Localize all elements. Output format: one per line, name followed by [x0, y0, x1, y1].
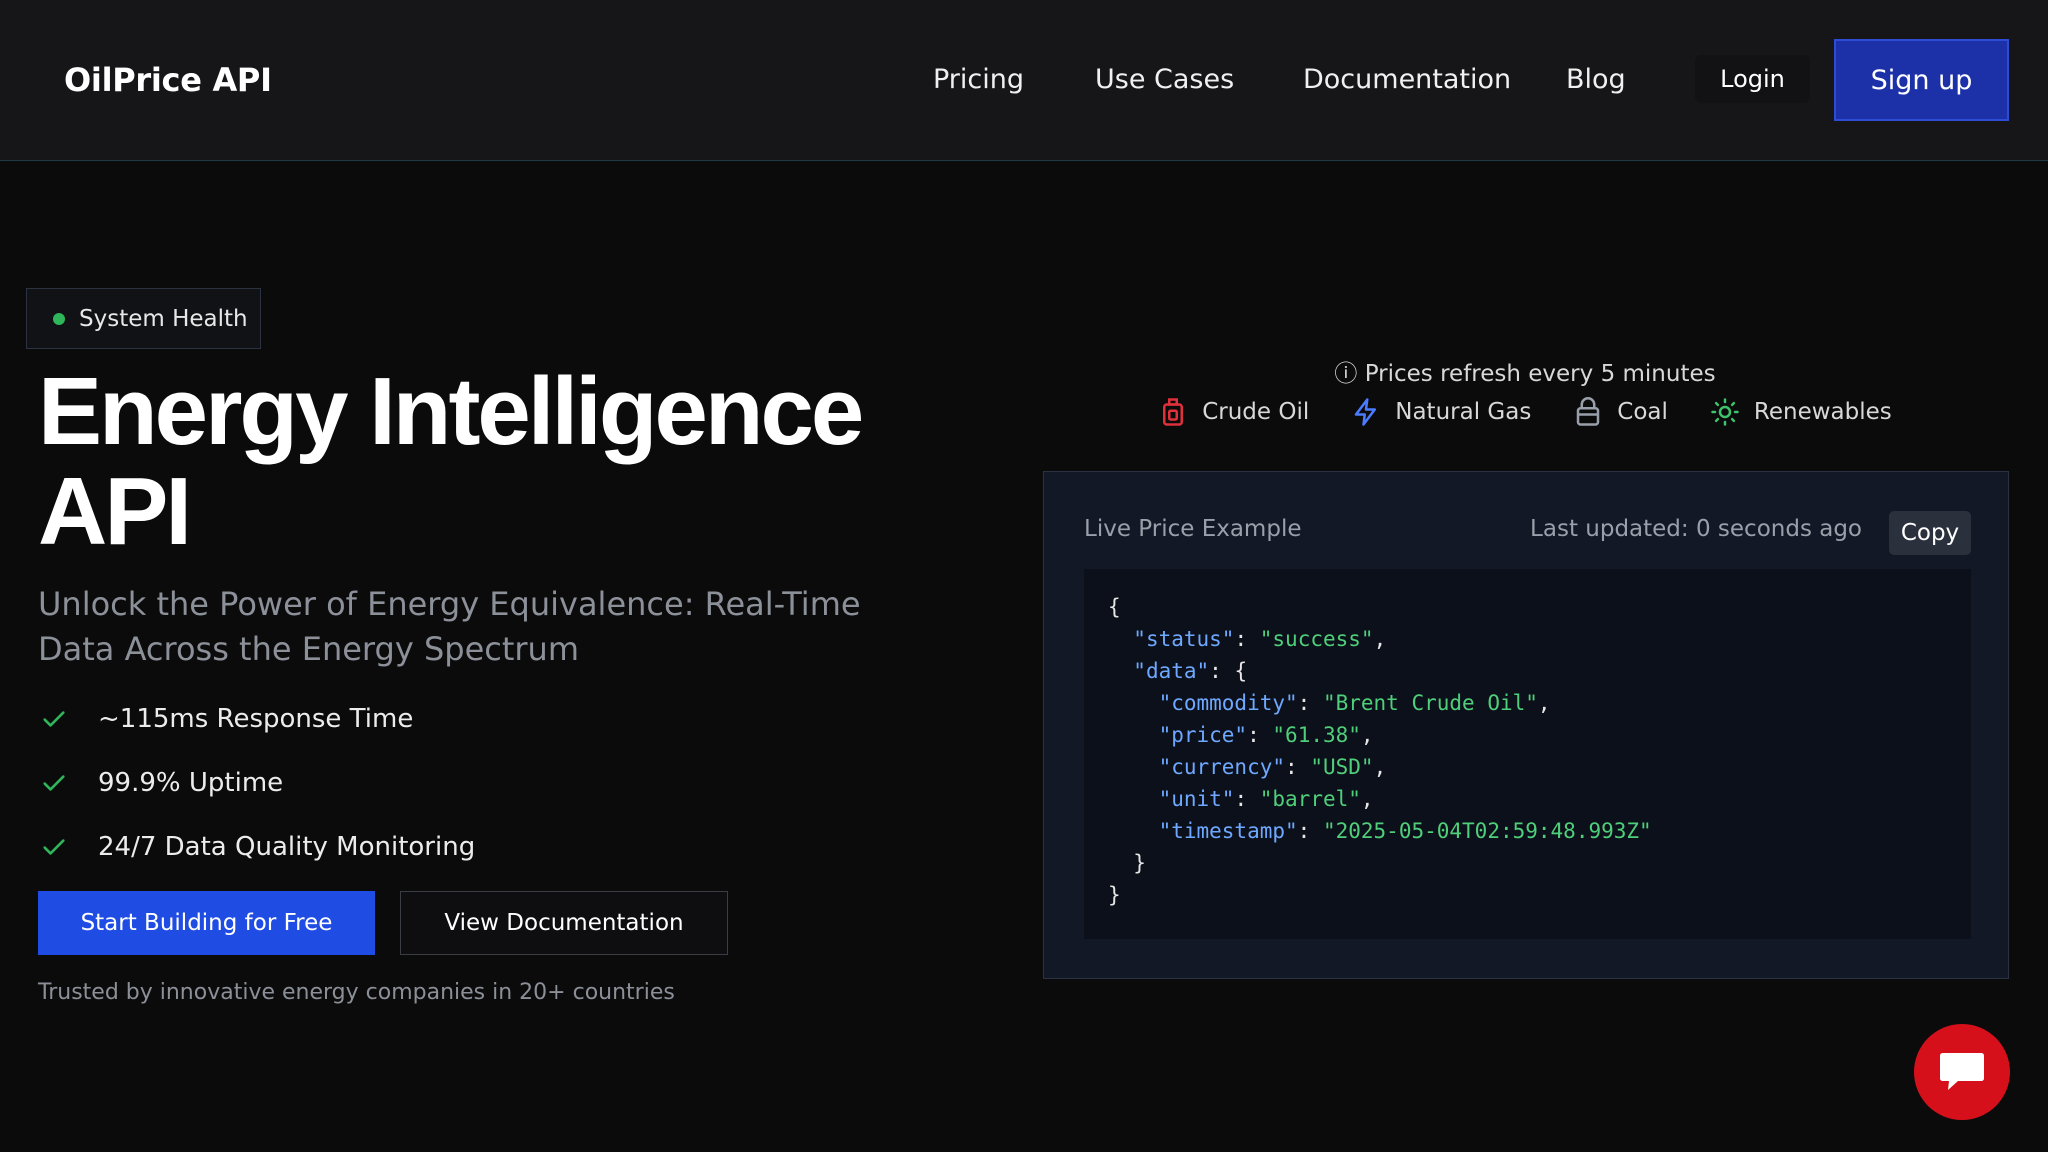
signup-button[interactable]: Sign up — [1834, 39, 2009, 121]
status-dot-icon — [53, 313, 65, 325]
commodity-label: Renewables — [1754, 399, 1892, 425]
commodity-coal[interactable]: Coal — [1573, 397, 1668, 427]
login-button[interactable]: Login — [1695, 55, 1810, 103]
commodity-label: Coal — [1617, 399, 1668, 425]
feature-label: 99.9% Uptime — [98, 768, 283, 798]
nav-blog[interactable]: Blog — [1566, 62, 1626, 98]
chat-bubble-icon — [1936, 1050, 1988, 1094]
json-price-value: 61.38 — [1285, 723, 1348, 747]
site-header: OilPrice API Pricing Use Cases Documenta… — [0, 0, 2048, 161]
feature-label: 24/7 Data Quality Monitoring — [98, 832, 475, 862]
chat-button[interactable] — [1914, 1024, 2010, 1120]
commodity-label: Natural Gas — [1395, 399, 1531, 425]
checkmark-icon — [40, 769, 68, 797]
hero-subtitle: Unlock the Power of Energy Equivalence: … — [38, 582, 938, 672]
feature-label: ~115ms Response Time — [98, 704, 413, 734]
nav-use-cases[interactable]: Use Cases — [1095, 62, 1234, 98]
json-currency-value: USD — [1323, 755, 1361, 779]
last-updated-text: Last updated: 0 seconds ago — [1530, 516, 1862, 542]
commodity-crude-oil[interactable]: Crude Oil — [1158, 397, 1309, 427]
nav-pricing[interactable]: Pricing — [933, 62, 1024, 98]
system-health-badge[interactable]: System Health — [26, 288, 261, 349]
hero-title-line1: Energy Intelligence — [38, 362, 938, 462]
oil-can-icon — [1158, 397, 1188, 427]
json-timestamp-value: 2025-05-04T02:59:48.993Z — [1336, 819, 1639, 843]
system-health-label: System Health — [79, 306, 248, 332]
sun-icon — [1710, 397, 1740, 427]
json-unit-value: barrel — [1272, 787, 1348, 811]
checkmark-icon — [40, 705, 68, 733]
json-commodity-value: Brent Crude Oil — [1336, 691, 1526, 715]
commodity-list: Crude Oil Natural Gas Coal Renewables — [1040, 397, 2010, 427]
json-status-value: success — [1272, 627, 1361, 651]
hero-title: Energy Intelligence API — [38, 362, 938, 562]
hero-title-line2: API — [38, 462, 938, 562]
checkmark-icon — [40, 833, 68, 861]
commodity-natural-gas[interactable]: Natural Gas — [1351, 397, 1531, 427]
feature-item: ~115ms Response Time — [40, 701, 413, 737]
refresh-note: ⓘ Prices refresh every 5 minutes — [1040, 354, 2010, 388]
feature-item: 24/7 Data Quality Monitoring — [40, 829, 475, 865]
nav-documentation[interactable]: Documentation — [1303, 62, 1511, 98]
json-code-block[interactable]: { "status": "success", "data": { "commod… — [1084, 569, 1971, 939]
trusted-text: Trusted by innovative energy companies i… — [38, 980, 675, 1005]
start-building-button[interactable]: Start Building for Free — [38, 891, 375, 955]
feature-item: 99.9% Uptime — [40, 765, 283, 801]
view-documentation-button[interactable]: View Documentation — [400, 891, 728, 955]
live-price-panel: Live Price Example Last updated: 0 secon… — [1043, 471, 2009, 979]
commodity-label: Crude Oil — [1202, 399, 1309, 425]
commodity-renewables[interactable]: Renewables — [1710, 397, 1892, 427]
panel-title: Live Price Example — [1084, 516, 1301, 542]
coal-bucket-icon — [1573, 397, 1603, 427]
site-logo[interactable]: OilPrice API — [64, 58, 272, 102]
lightning-icon — [1351, 397, 1381, 427]
copy-button[interactable]: Copy — [1889, 511, 1971, 555]
